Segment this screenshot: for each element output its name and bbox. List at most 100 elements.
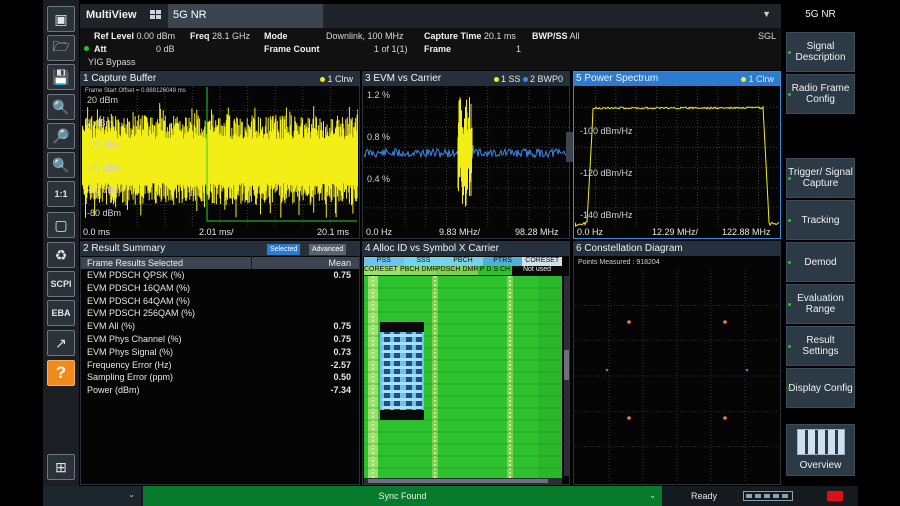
zoom-reset-label: 1:1 xyxy=(54,189,68,199)
chevron-down-icon[interactable]: ▼ xyxy=(762,9,771,19)
selected-button[interactable]: Selected xyxy=(267,244,301,255)
constellation-title-bar[interactable]: 6 Constellation Diagram xyxy=(574,242,780,256)
power-spectrum-plot[interactable] xyxy=(575,87,779,228)
zoom-area-icon[interactable]: 🔍 xyxy=(47,152,75,178)
multi-zoom-icon[interactable]: 🔎 xyxy=(47,123,75,149)
power-spectrum-title-bar[interactable]: 5 Power Spectrum 1 Clrw xyxy=(574,72,780,86)
constellation-window[interactable]: 6 Constellation Diagram Points Measured … xyxy=(573,241,781,485)
softkey-result-settings[interactable]: Result Settings xyxy=(786,326,855,366)
capture-buffer-window[interactable]: 1 Capture Buffer 1 Clrw Frame Start Offs… xyxy=(80,71,360,239)
constellation-plot[interactable] xyxy=(575,270,779,482)
progress-indicator xyxy=(743,491,793,501)
scpi-button[interactable]: SCPI xyxy=(47,271,75,297)
ssb-cell xyxy=(382,358,422,361)
dmrs-cell xyxy=(509,328,511,330)
fullscreen-window-icon[interactable]: ▢ xyxy=(47,212,75,238)
power-spectrum-x-end: 122.88 MHz xyxy=(722,227,771,237)
alloc-edge xyxy=(538,276,562,482)
channel-info-bar: Ref Level 0.00 dBm Freq 28.1 GHz Mode Do… xyxy=(80,28,781,70)
softkey-label: Demod xyxy=(804,256,837,268)
dmrs-cell xyxy=(434,280,436,282)
frame-count-label: Frame Count xyxy=(264,44,320,54)
status-bar: ⌄ Sync Found ⌄ Ready xyxy=(43,486,858,506)
tab-5g-nr[interactable]: 5G NR xyxy=(168,4,323,28)
screenshot-camera-icon[interactable]: ▣ xyxy=(47,6,75,32)
zoom-reset-icon[interactable]: 1:1 xyxy=(47,181,75,207)
dmrs-cell xyxy=(509,448,511,450)
constellation-title: 6 Constellation Diagram xyxy=(576,243,683,254)
frame-count-value: 1 of 1(1) xyxy=(374,44,408,54)
softkey-signal-description[interactable]: Signal Description xyxy=(786,32,855,72)
capture-buffer-title-bar[interactable]: 1 Capture Buffer 1 Clrw xyxy=(81,72,359,86)
softkey-demod[interactable]: Demod xyxy=(786,242,855,282)
evm-x-start: 0.0 Hz xyxy=(366,227,393,237)
chevron-down-icon[interactable]: ⌄ xyxy=(128,490,135,499)
progress-segments xyxy=(746,494,790,498)
help-button[interactable]: ? xyxy=(47,360,75,386)
save-disk-icon[interactable]: 💾 xyxy=(47,64,75,90)
bwp-ss-label: BWP/SS xyxy=(532,31,568,41)
sync-status[interactable]: Sync Found ⌄ xyxy=(143,486,662,506)
status-dropdown[interactable]: ⌄ xyxy=(43,486,141,506)
points-measured: Points Measured : 918204 xyxy=(578,259,660,266)
result-name: Sampling Error (ppm) xyxy=(87,372,174,383)
alloc-id-title-bar[interactable]: 4 Alloc ID vs Symbol X Carrier xyxy=(363,242,569,256)
dmrs-cell xyxy=(372,392,374,394)
recycle-icon[interactable]: ♻ xyxy=(47,242,75,268)
softkey-radio-frame-config[interactable]: Radio Frame Config xyxy=(786,74,855,114)
dmrs-cell xyxy=(509,472,511,474)
vertical-scrollbar[interactable] xyxy=(564,276,569,476)
vertical-scrollbar-thumb[interactable] xyxy=(564,350,569,380)
result-mean: 0.75 xyxy=(333,270,351,280)
dmrs-cell xyxy=(372,464,374,466)
advanced-button[interactable]: Advanced xyxy=(309,244,347,255)
alloc-legend-item: PTRS xyxy=(482,257,523,266)
dmrs-cell xyxy=(509,356,511,358)
result-summary-window[interactable]: 2 Result Summary Selected Advanced Frame… xyxy=(80,241,360,485)
evm-vs-carrier-window[interactable]: 3 EVM vs Carrier 1 SS 2 BWP0 1.2 % 0.8 % 0… xyxy=(362,71,570,239)
capture-buffer-plot[interactable] xyxy=(82,87,358,228)
softkey-trigger-signal-capture[interactable]: Trigger/ Signal Capture xyxy=(786,158,855,198)
alloc-plot[interactable] xyxy=(364,276,562,482)
zoom-rect-icon[interactable]: 🔍 xyxy=(47,94,75,120)
softkey-label: Signal Description xyxy=(795,41,846,63)
softkey-overview[interactable]: Overview xyxy=(786,424,855,476)
grid-layout-icon[interactable] xyxy=(150,10,162,20)
error-indicator-icon[interactable] xyxy=(827,491,843,501)
y-axis-label: -120 dBm/Hz xyxy=(580,168,633,178)
result-summary-header: Frame Results Selected Mean xyxy=(81,257,359,269)
y-axis-label: -100 dBm/Hz xyxy=(580,126,633,136)
evm-plot[interactable] xyxy=(364,87,570,228)
result-summary-title-bar[interactable]: 2 Result Summary Selected Advanced xyxy=(81,242,359,256)
softkey-display-config[interactable]: Display Config xyxy=(786,368,855,408)
capture-buffer-title: 1 Capture Buffer xyxy=(83,73,157,84)
mode-value: Downlink, 100 MHz xyxy=(326,31,404,41)
softkey-evaluation-range[interactable]: Evaluation Range xyxy=(786,284,855,324)
softkey-tracking[interactable]: Tracking xyxy=(786,200,855,240)
y-axis-label: -140 dBm/Hz xyxy=(580,210,633,220)
softkey-label: Trigger/ Signal Capture xyxy=(788,167,853,189)
constellation-grid xyxy=(575,270,779,482)
evm-vs-carrier-title-bar[interactable]: 3 EVM vs Carrier 1 SS 2 BWP0 xyxy=(363,72,569,86)
scrollbar-thumb[interactable] xyxy=(368,479,548,483)
eba-button[interactable]: EBA xyxy=(47,300,75,326)
open-folder-icon[interactable]: 🗁 xyxy=(47,35,75,61)
dmrs-cell xyxy=(509,436,511,438)
dmrs-cell xyxy=(372,328,374,330)
dmrs-cell xyxy=(434,428,436,430)
softkey-marker-icon xyxy=(788,260,791,264)
dmrs-cell xyxy=(372,376,374,378)
multiview-tab[interactable]: MultiView xyxy=(86,9,137,21)
horizontal-scrollbar[interactable] xyxy=(364,478,562,484)
alloc-id-window[interactable]: 4 Alloc ID vs Symbol X Carrier PSS SSS PBC… xyxy=(362,241,570,485)
table-row: EVM PDSCH 16QAM (%) xyxy=(81,283,359,296)
power-spectrum-window[interactable]: 5 Power Spectrum 1 Clrw -100 dBm/Hz -120 … xyxy=(573,71,781,239)
softkey-label: Radio Frame Config xyxy=(791,83,850,105)
ssb-gap xyxy=(380,322,424,332)
frame-value: 1 xyxy=(516,44,522,54)
result-name: Power (dBm) xyxy=(87,385,140,396)
dmrs-cell xyxy=(509,280,511,282)
chevron-down-icon[interactable]: ⌄ xyxy=(649,486,656,506)
windows-start-icon[interactable]: ⊞ xyxy=(47,454,75,480)
context-help-pointer-icon[interactable]: ↗ xyxy=(47,330,75,356)
